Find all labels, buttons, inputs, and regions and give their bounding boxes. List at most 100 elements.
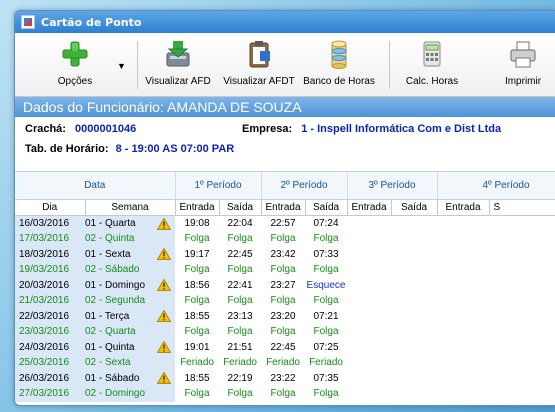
cell-empty[interactable] — [391, 278, 437, 294]
cell-time[interactable]: Folga — [175, 262, 219, 278]
cell-weekday[interactable]: 01 - Domingo — [85, 277, 157, 293]
cell-empty[interactable] — [347, 309, 391, 325]
cell-empty[interactable] — [347, 324, 391, 340]
cell-empty[interactable] — [437, 386, 489, 402]
cell-time[interactable]: 22:45 — [261, 340, 305, 356]
col-header-entry-2[interactable]: Entrada — [261, 199, 306, 216]
cell-empty[interactable] — [437, 371, 489, 387]
col-header-exit-2[interactable]: Saída — [305, 199, 348, 216]
cell-time[interactable]: Folga — [219, 293, 261, 309]
table-row[interactable]: 27/03/2016 02 - Domingo Folga Folga Folga Fol… — [15, 386, 555, 402]
cell-time[interactable]: Folga — [261, 262, 305, 278]
cell-time[interactable]: Folga — [305, 293, 347, 309]
warning-icon[interactable] — [157, 310, 171, 323]
cell-empty[interactable] — [391, 340, 437, 356]
cell-empty[interactable] — [391, 355, 437, 371]
cell-time[interactable]: 18:56 — [175, 278, 219, 294]
cell-time[interactable]: 19:01 — [175, 340, 219, 356]
calc-hours-button[interactable]: Calc. Horas — [399, 37, 465, 93]
warning-icon[interactable] — [157, 372, 171, 385]
cell-empty[interactable] — [489, 340, 555, 356]
cell-time[interactable]: Folga — [219, 231, 261, 247]
cell-empty[interactable] — [347, 231, 391, 247]
cell-weekday[interactable]: 01 - Quarta — [85, 215, 157, 231]
cell-empty[interactable] — [437, 278, 489, 294]
cell-time[interactable]: 22:57 — [261, 216, 305, 232]
print-button[interactable]: Imprimir — [493, 37, 553, 93]
cell-empty[interactable] — [391, 293, 437, 309]
cell-empty[interactable] — [391, 371, 437, 387]
cell-empty[interactable] — [391, 324, 437, 340]
table-row[interactable]: 17/03/2016 02 - Quinta Folga Folga Folga Folg… — [15, 231, 555, 247]
options-button[interactable]: Opções — [45, 37, 105, 93]
cell-weekday[interactable]: 02 - Domingo — [85, 386, 157, 402]
cell-date[interactable]: 24/03/2016 — [15, 339, 85, 355]
warning-icon[interactable] — [157, 217, 171, 230]
table-row[interactable]: 23/03/2016 02 - Quarta Folga Folga Folga Folg… — [15, 324, 555, 340]
cell-date[interactable]: 16/03/2016 — [15, 215, 85, 231]
cell-empty[interactable] — [437, 247, 489, 263]
cell-weekday[interactable]: 02 - Sábado — [85, 262, 157, 278]
cell-time[interactable]: 23:13 — [219, 309, 261, 325]
cell-date[interactable]: 22/03/2016 — [15, 308, 85, 324]
cell-empty[interactable] — [347, 371, 391, 387]
cell-weekday[interactable]: 01 - Sexta — [85, 246, 157, 262]
cell-empty[interactable] — [437, 293, 489, 309]
cell-time[interactable]: Esquece — [305, 278, 347, 294]
cell-time[interactable]: Folga — [219, 262, 261, 278]
col-header-entry-1[interactable]: Entrada — [175, 199, 220, 216]
col-header-day[interactable]: Dia — [15, 199, 86, 216]
cell-empty[interactable] — [347, 386, 391, 402]
cell-weekday[interactable]: 02 - Quarta — [85, 324, 157, 340]
cell-empty[interactable] — [391, 247, 437, 263]
col-header-week[interactable]: Semana — [85, 199, 176, 216]
cell-time[interactable]: 23:42 — [261, 247, 305, 263]
timecard-grid[interactable]: Data 1º Período 2º Período 3º Período 4º… — [15, 171, 555, 402]
cell-weekday[interactable]: 02 - Segunda — [85, 293, 157, 309]
table-row[interactable]: 24/03/2016 01 - Quinta 19:01 21:51 22:45 07:2… — [15, 339, 555, 356]
cell-date[interactable]: 20/03/2016 — [15, 277, 85, 293]
cell-time[interactable]: 22:45 — [219, 247, 261, 263]
warning-icon[interactable] — [157, 341, 171, 354]
cell-empty[interactable] — [347, 278, 391, 294]
cell-time[interactable]: 07:21 — [305, 309, 347, 325]
col-header-entry-3[interactable]: Entrada — [347, 199, 392, 216]
cell-time[interactable]: 22:19 — [219, 371, 261, 387]
cell-date[interactable]: 25/03/2016 — [15, 355, 85, 371]
cell-time[interactable]: 19:17 — [175, 247, 219, 263]
cell-time[interactable]: 07:25 — [305, 340, 347, 356]
cell-time[interactable]: Feriado — [175, 355, 219, 371]
cell-time[interactable]: Folga — [305, 324, 347, 340]
col-header-exit-3[interactable]: Saída — [391, 199, 438, 216]
cell-time[interactable]: 23:20 — [261, 309, 305, 325]
options-dropdown-arrow[interactable]: ▼ — [117, 61, 126, 71]
cell-empty[interactable] — [391, 386, 437, 402]
cell-empty[interactable] — [489, 309, 555, 325]
table-row[interactable]: 16/03/2016 01 - Quarta 19:08 22:04 22:57 07:2… — [15, 215, 555, 232]
hour-bank-button[interactable]: Banco de Horas — [303, 37, 375, 93]
table-row[interactable]: 19/03/2016 02 - Sábado Folga Folga Folga Folg… — [15, 262, 555, 278]
cell-empty[interactable] — [347, 216, 391, 232]
cell-time[interactable]: Feriado — [305, 355, 347, 371]
cell-weekday[interactable]: 01 - Sábado — [85, 370, 157, 386]
cell-date[interactable]: 21/03/2016 — [15, 293, 85, 309]
table-row[interactable]: 22/03/2016 01 - Terça 18:55 23:13 23:20 07:21 — [15, 308, 555, 325]
cell-time[interactable]: Folga — [175, 293, 219, 309]
cell-time[interactable]: Folga — [261, 231, 305, 247]
cell-time[interactable]: 18:55 — [175, 309, 219, 325]
cell-empty[interactable] — [489, 262, 555, 278]
cell-time[interactable]: 22:04 — [219, 216, 261, 232]
cell-empty[interactable] — [347, 293, 391, 309]
view-afd-button[interactable]: Visualizar AFD — [141, 37, 215, 93]
cell-time[interactable]: 07:33 — [305, 247, 347, 263]
warning-icon[interactable] — [157, 248, 171, 261]
cell-time[interactable]: 23:22 — [261, 371, 305, 387]
table-row[interactable]: 18/03/2016 01 - Sexta 19:17 22:45 23:42 07:33 — [15, 246, 555, 263]
cell-empty[interactable] — [391, 309, 437, 325]
cell-empty[interactable] — [489, 247, 555, 263]
cell-empty[interactable] — [347, 340, 391, 356]
cell-empty[interactable] — [437, 355, 489, 371]
cell-time[interactable]: 23:27 — [261, 278, 305, 294]
cell-empty[interactable] — [347, 262, 391, 278]
col-header-entry-4[interactable]: Entrada — [437, 199, 490, 216]
